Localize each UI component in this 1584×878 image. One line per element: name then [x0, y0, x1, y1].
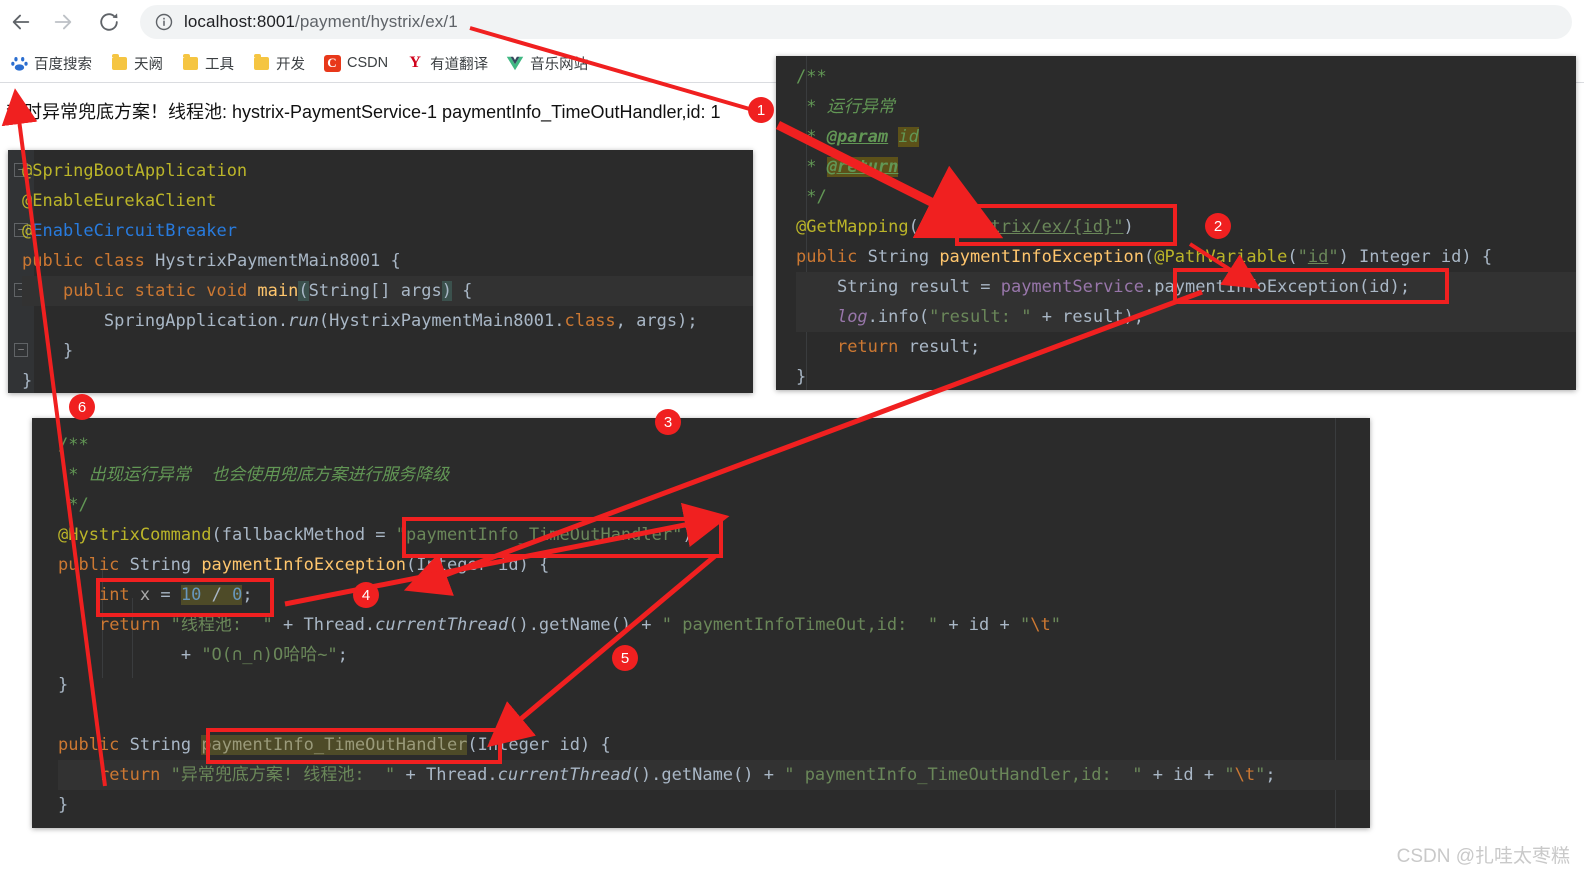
code-line: /**	[58, 435, 89, 455]
code-line: SpringApplication.run(HystrixPaymentMain…	[103, 311, 698, 331]
reload-button[interactable]	[88, 1, 130, 43]
code-line: * 出现运行异常 也会使用兜底方案进行服务降级	[68, 465, 450, 485]
code-lines: @SpringBootApplication @EnableEurekaClie…	[22, 156, 753, 393]
bookmark-label: 百度搜索	[34, 56, 92, 73]
code-line: @EnableCircuitBreaker	[22, 221, 237, 241]
bookmark-item[interactable]: 工具	[181, 53, 234, 74]
code-line: log.info("result: " + result);	[796, 302, 1576, 332]
code-lines: /** * 出现运行异常 也会使用兜底方案进行服务降级 */ @HystrixC…	[58, 430, 1370, 820]
code-panel-service: /** * 出现运行异常 也会使用兜底方案进行服务降级 */ @HystrixC…	[32, 418, 1370, 828]
code-line: @HystrixCommand(fallbackMethod = "paymen…	[58, 525, 693, 545]
site-info-icon[interactable]	[154, 12, 174, 32]
code-line: }	[62, 341, 74, 361]
folder-icon	[110, 53, 128, 72]
code-line: @GetMapping(◍˅"/hystrix/ex/{id}")	[796, 217, 1134, 237]
bookmark-item[interactable]: Y 有道翻译	[406, 53, 488, 74]
bookmark-item[interactable]: 开发	[252, 53, 305, 74]
code-line: }	[58, 795, 69, 815]
url-host: localhost:8001	[184, 12, 296, 31]
folder-icon	[181, 53, 199, 72]
code-line: public String paymentInfoException(@Path…	[796, 247, 1493, 267]
csdn-icon: C	[323, 54, 341, 72]
baidu-icon	[10, 54, 28, 72]
code-line: public class HystrixPaymentMain8001 {	[22, 251, 401, 271]
url-text: localhost:8001/payment/hystrix/ex/1	[184, 12, 458, 32]
code-line: */	[806, 187, 827, 207]
bookmark-label: 天阙	[134, 56, 163, 73]
address-bar[interactable]: localhost:8001/payment/hystrix/ex/1	[140, 5, 1572, 39]
code-line: * @param id	[806, 127, 919, 147]
code-panel-main-class: − − − − @SpringBootApplication @EnableEu…	[8, 150, 753, 393]
code-line: @EnableEurekaClient	[22, 191, 217, 211]
code-line: return "异常兜底方案! 线程池: " + Thread.currentT…	[58, 760, 1370, 790]
code-line: public String paymentInfo_TimeOutHandler…	[58, 735, 611, 755]
code-line: /**	[796, 67, 827, 87]
bookmark-item[interactable]: 百度搜索	[10, 53, 92, 74]
code-line: return "线程池: " + Thread.currentThread().…	[98, 615, 1061, 635]
bookmark-label: 工具	[205, 56, 234, 73]
code-lines: /** * 运行异常 * @param id * @return */ @Get…	[796, 62, 1576, 390]
code-line: * 运行异常	[806, 97, 895, 117]
code-line: String result = paymentService.paymentIn…	[796, 272, 1576, 302]
code-panel-controller: /** * 运行异常 * @param id * @return */ @Get…	[776, 56, 1576, 390]
back-button[interactable]	[0, 1, 42, 43]
bookmark-label: 有道翻译	[430, 56, 489, 73]
youdao-icon: Y	[409, 54, 421, 71]
code-line: @SpringBootApplication	[22, 161, 248, 181]
vue-icon	[506, 54, 524, 72]
bookmark-item[interactable]: 音乐网站	[506, 53, 588, 74]
csdn-watermark: CSDN @扎哇太枣糕	[1396, 846, 1570, 867]
forward-button[interactable]	[42, 1, 84, 43]
code-line: */	[68, 495, 89, 515]
bookmark-label: 开发	[276, 56, 305, 73]
code-line: public static void main(String[] args) {	[22, 276, 753, 306]
code-line: public String paymentInfoException(Integ…	[58, 555, 550, 575]
browser-navigation-bar: localhost:8001/payment/hystrix/ex/1	[0, 0, 1584, 44]
code-line: * @return	[806, 157, 899, 177]
hystrix-response-text: 超时异常兜底方案！线程池: hystrix-PaymentService-1 p…	[6, 102, 721, 122]
bookmark-label: 音乐网站	[530, 56, 589, 73]
bookmark-item[interactable]: C CSDN	[323, 54, 388, 72]
bookmark-item[interactable]: 天阙	[110, 53, 163, 74]
code-line: int x = 10 / 0;	[98, 585, 253, 605]
code-line: }	[58, 675, 69, 695]
bookmark-label: CSDN	[347, 55, 389, 71]
code-line: }	[22, 371, 33, 391]
folder-icon	[252, 53, 270, 72]
code-line: + "O(∩_∩)O哈哈~";	[180, 645, 348, 665]
code-line: return result;	[836, 337, 981, 357]
code-line: }	[796, 367, 807, 387]
url-path: /payment/hystrix/ex/1	[295, 12, 458, 31]
